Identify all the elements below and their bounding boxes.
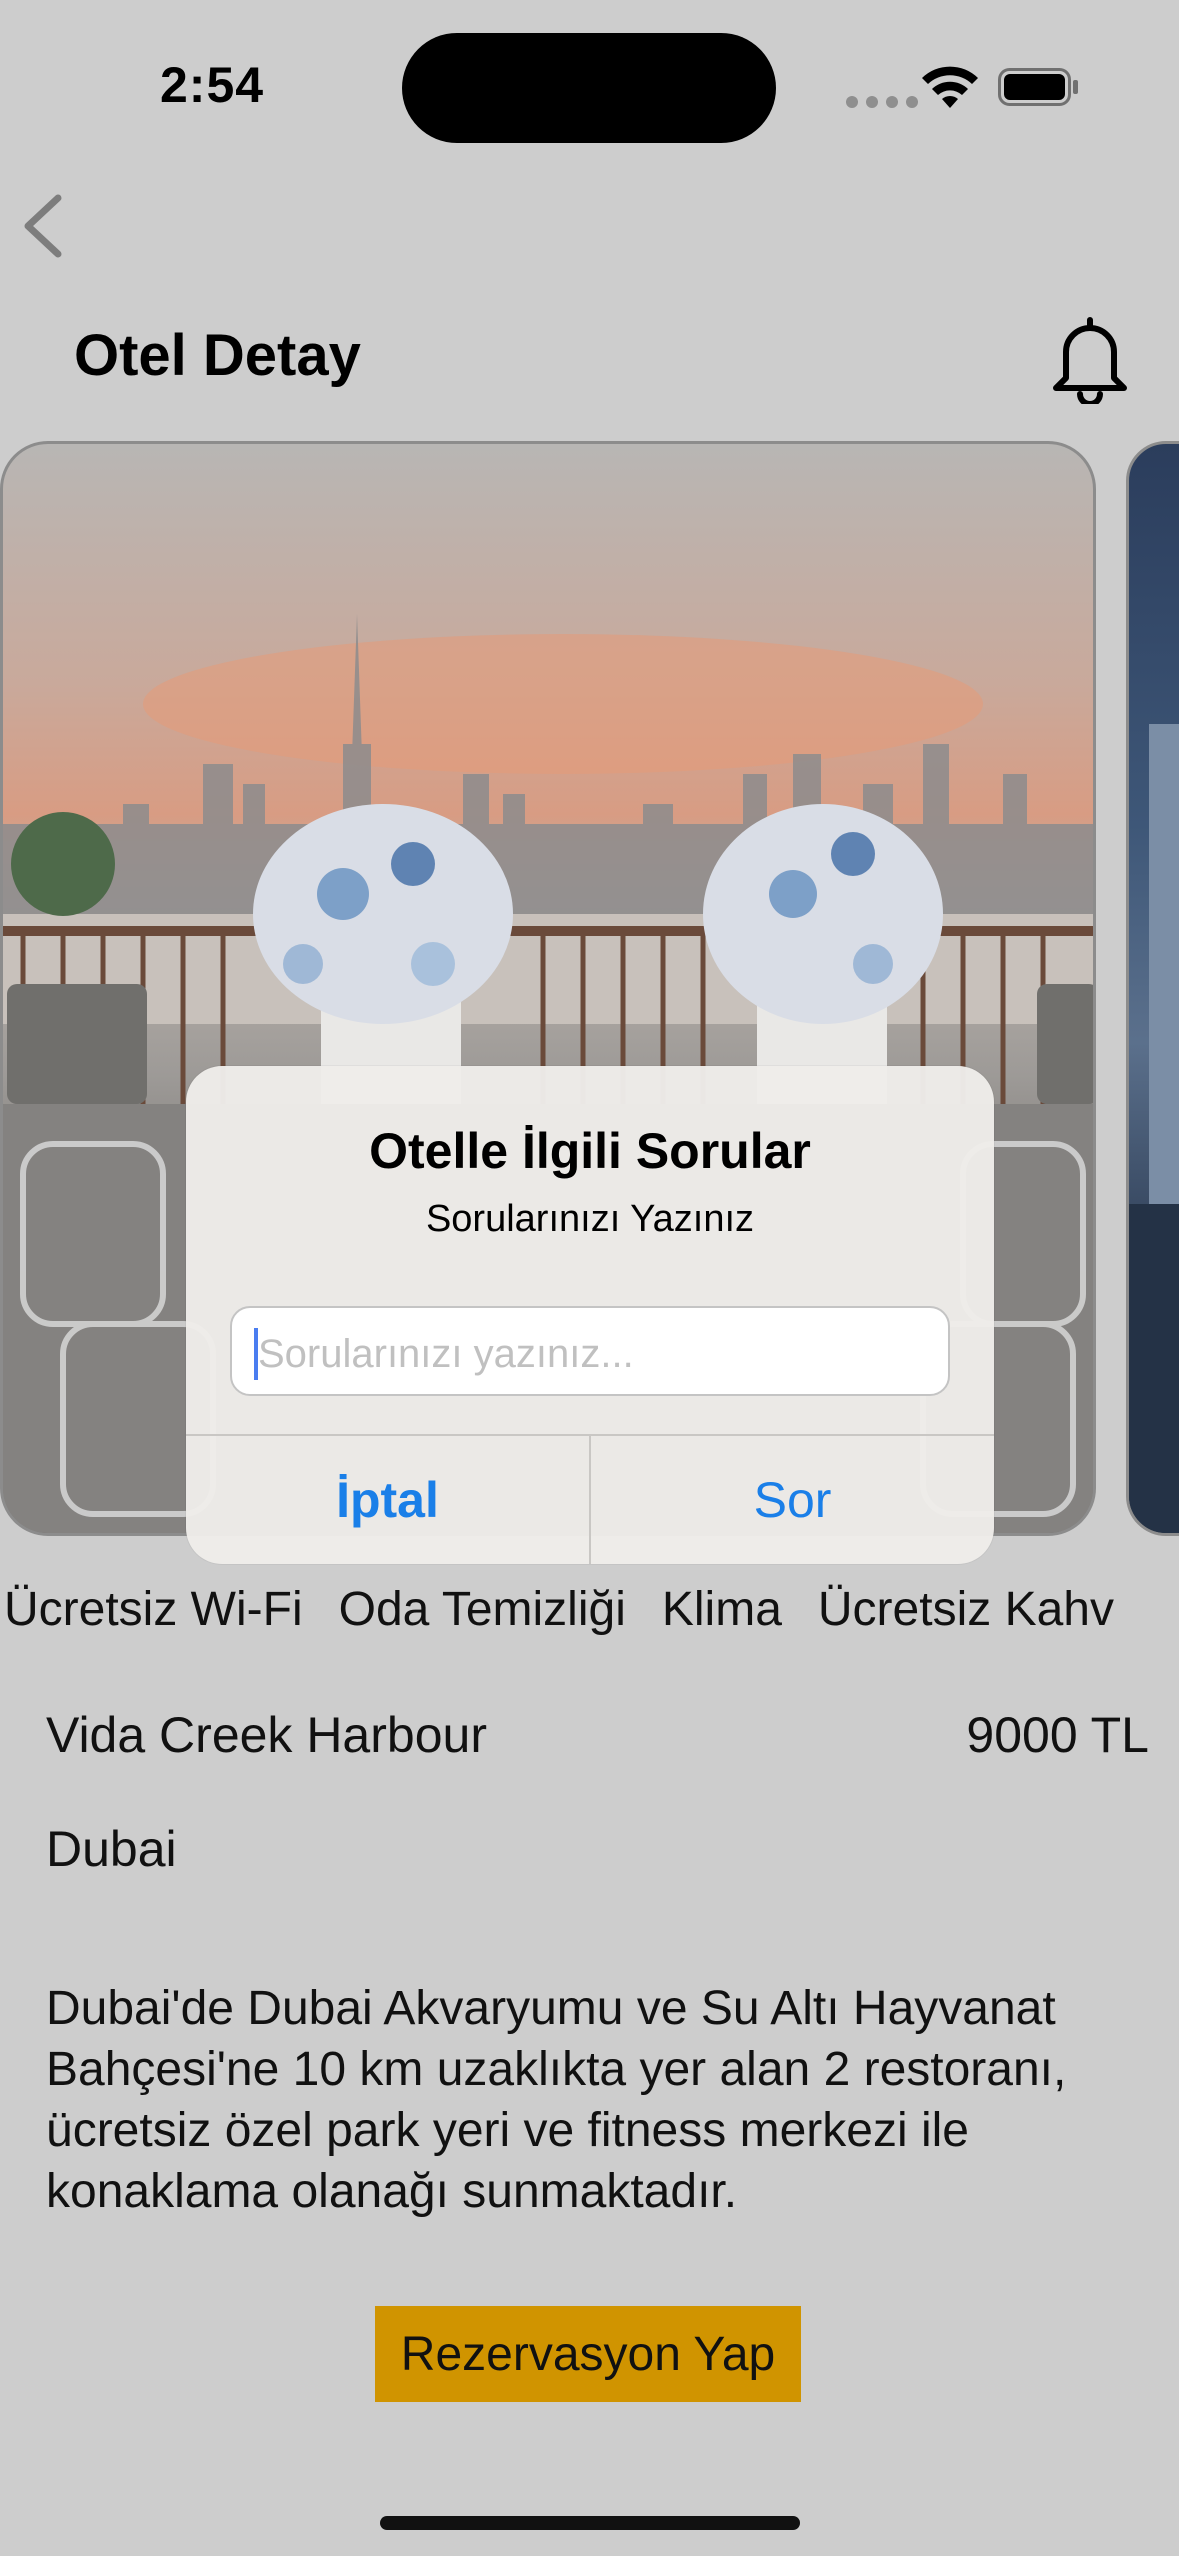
hotel-city: Dubai bbox=[46, 1821, 177, 1877]
home-indicator bbox=[380, 2516, 800, 2530]
reserve-button[interactable]: Rezervasyon Yap bbox=[375, 2306, 801, 2402]
amenity-item: Oda Temizliği bbox=[338, 1583, 626, 1636]
alert-title: Otelle İlgili Sorular bbox=[369, 1123, 811, 1179]
question-input-placeholder: Sorularınızı yazınız... bbox=[258, 1332, 634, 1376]
page-title: Otel Detay bbox=[74, 323, 361, 388]
amenity-item: Ücretsiz Wi-Fi bbox=[4, 1583, 303, 1636]
bell-icon[interactable] bbox=[1044, 312, 1136, 404]
ask-button[interactable]: Sor bbox=[591, 1436, 994, 1564]
amenity-item: Klima bbox=[661, 1583, 782, 1636]
hotel-price: 9000 TL bbox=[966, 1707, 1149, 1763]
cancel-button[interactable]: İptal bbox=[186, 1436, 589, 1564]
battery-icon bbox=[998, 68, 1078, 106]
hotel-photo-next bbox=[1129, 724, 1179, 1533]
alert-message: Sorularınızı Yazınız bbox=[425, 1198, 755, 1240]
amenities-row: Ücretsiz Wi-Fi Oda Temizliği Klima Ücret… bbox=[4, 1582, 1114, 1637]
dynamic-island bbox=[402, 33, 776, 143]
hotel-name: Vida Creek Harbour bbox=[46, 1707, 487, 1763]
questions-alert: Otelle İlgili Sorular Sorularınızı Yazın… bbox=[186, 1066, 994, 1564]
hotel-image-card-next[interactable] bbox=[1126, 441, 1179, 1536]
amenity-item: Ücretsiz Kahv bbox=[817, 1583, 1114, 1636]
wifi-icon bbox=[922, 66, 978, 108]
question-input[interactable]: Sorularınızı yazınız... bbox=[230, 1306, 950, 1396]
back-chevron-icon[interactable] bbox=[18, 190, 70, 262]
status-time: 2:54 bbox=[160, 57, 265, 113]
hotel-description: Dubai'de Dubai Akvaryumu ve Su Altı Hayv… bbox=[46, 1982, 1067, 2218]
signal-icon bbox=[846, 96, 918, 108]
text-caret bbox=[254, 1328, 258, 1380]
